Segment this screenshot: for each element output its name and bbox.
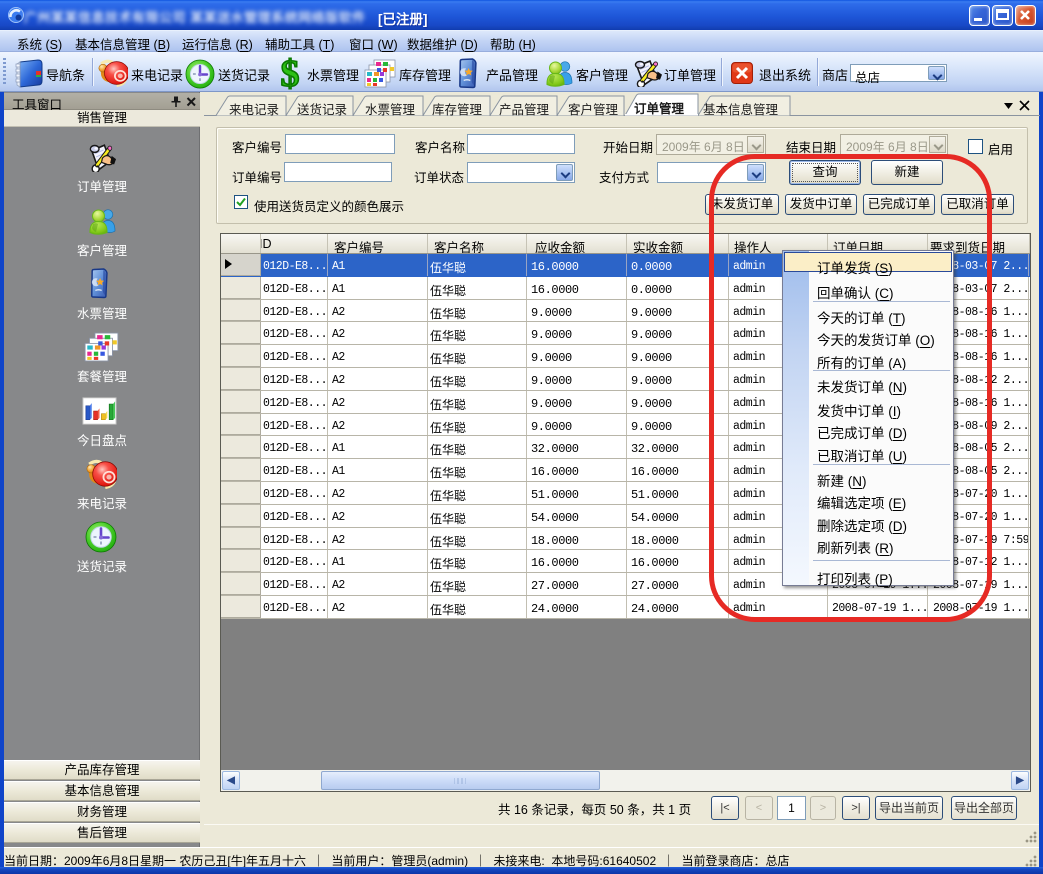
svg-text:$: $ — [281, 57, 300, 90]
